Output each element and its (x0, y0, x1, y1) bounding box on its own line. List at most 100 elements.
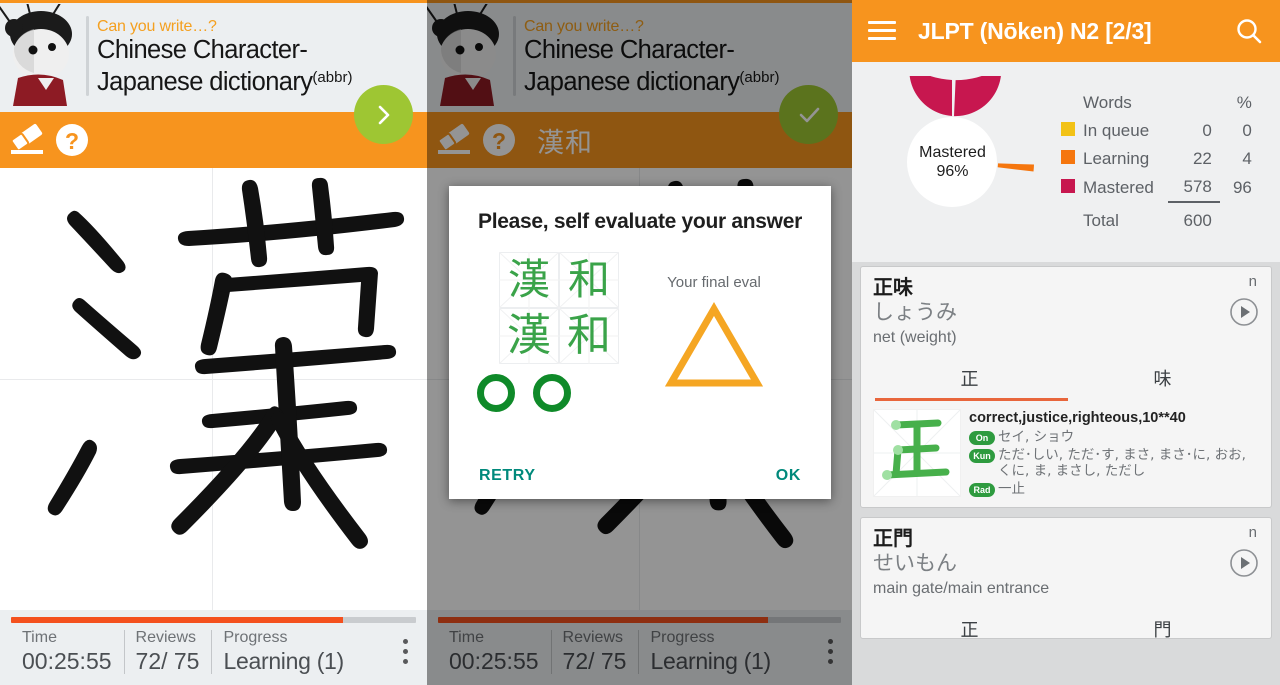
grid-cell-char: 和 (567, 255, 610, 304)
legend-header-words: Words (1083, 93, 1132, 112)
headword: 正門 (873, 526, 913, 550)
reading: しょうみ (873, 300, 957, 324)
screenshot-root: Can you write…? Chinese Character- Japan… (0, 0, 1280, 685)
circle-o-icon (533, 374, 571, 412)
panel-self-evaluation: Can you write…? Chinese Character- Japan… (427, 0, 852, 685)
status-value-progress: Learning (1) (223, 648, 344, 674)
legend-label-total: Total (1083, 210, 1119, 230)
status-label-time: Time (22, 629, 57, 646)
legend-value-total: 600 (1167, 201, 1220, 235)
drawing-toolbar: ? (0, 85, 427, 168)
page-title: JLPT (Nōken) N2 [2/3] (918, 17, 1152, 44)
mascot-logo (0, 4, 86, 108)
legend-swatch-in-queue (1061, 122, 1075, 136)
legend-row: Mastered 578 96 (1061, 173, 1252, 202)
legend-header-percent: % (1236, 93, 1252, 112)
hamburger-menu-icon[interactable] (868, 21, 896, 41)
ok-button[interactable]: OK (776, 467, 801, 485)
part-of-speech: n (1248, 273, 1257, 290)
play-icon[interactable] (1229, 297, 1259, 327)
question-mark-icon[interactable]: ? (52, 120, 92, 160)
meaning: net (weight) (873, 329, 957, 346)
writing-canvas[interactable] (0, 168, 427, 610)
triangle-icon (664, 302, 764, 387)
grid-row: 漢 和 (499, 252, 619, 308)
kanji-detail: correct,justice,righteous,10**40 On セイ, … (873, 401, 1259, 507)
word-card[interactable]: n 正味 しょうみ net (weight) 正 味 correct,justi… (860, 266, 1272, 508)
grid-cell: 漢 (499, 252, 559, 308)
kanji-radical: 一止 (998, 481, 1025, 497)
next-button[interactable] (354, 85, 413, 144)
donut-chart: Mastered 96% (860, 75, 1045, 250)
legend-value-mastered: 578 (1183, 177, 1212, 196)
retry-button[interactable]: RETRY (479, 467, 536, 485)
tab-kanji-1[interactable]: 正 (873, 616, 1066, 638)
status-value-reviews: 72/ 75 (135, 648, 200, 674)
answer-comparison-grid: 漢 和 漢 和 (499, 252, 619, 364)
donut-center-title: Mastered (919, 144, 986, 161)
kanji-reading-row: Rad 一止 (969, 481, 1259, 497)
header-subtitle: Can you write…? (97, 18, 217, 35)
play-icon[interactable] (1229, 548, 1259, 578)
status-cell-progress: Progress Learning (1) (211, 628, 355, 674)
kanji-reading-row: Kun ただ･しい, ただ･す, まさ, まさ･に, おお, くに, ま, まさ… (969, 447, 1259, 479)
self-evaluation-dialog: Please, self evaluate your answer 漢 和 漢 … (449, 186, 831, 499)
header-text: Can you write…? Chinese Character- Japan… (97, 16, 421, 96)
circle-o-icon (477, 374, 515, 412)
tab-kanji-2[interactable]: 味 (1066, 365, 1259, 401)
legend-total-row: Total 600 (1061, 201, 1252, 235)
badge-kun: Kun (969, 449, 995, 463)
status-bar: Time 00:25:55 Reviews 72/ 75 Progress Le… (0, 610, 427, 685)
tab-kanji-2[interactable]: 門 (1066, 616, 1259, 638)
search-icon[interactable] (1234, 16, 1264, 46)
tab-active-indicator (875, 398, 1068, 401)
legend-swatch-learning (1061, 150, 1075, 164)
tab-kanji-1[interactable]: 正 (873, 365, 1066, 401)
progress-bar (11, 617, 416, 623)
legend-percent-in-queue: 0 (1242, 121, 1252, 140)
dialog-title: Please, self evaluate your answer (478, 210, 802, 233)
legend-value-in-queue: 0 (1202, 121, 1212, 140)
grid-row: 漢 和 (499, 308, 619, 364)
status-label-progress: Progress (223, 629, 288, 646)
legend-header-row: Words % (1061, 89, 1252, 117)
statistics-chart: Mastered 96% Words % In queue 0 0 Learni… (852, 62, 1280, 262)
meaning: main gate/main entrance (873, 580, 1050, 597)
word-card[interactable]: n 正門 せいもん main gate/main entrance 正 門 (860, 517, 1272, 639)
chart-legend: Words % In queue 0 0 Learning 22 4 Maste… (1045, 89, 1272, 235)
kanji-reading-row: On セイ, ショウ (969, 429, 1259, 445)
donut-center-label: Mastered 96% (919, 143, 986, 181)
eraser-icon[interactable] (8, 120, 48, 160)
grid-cell: 和 (559, 252, 619, 308)
kanji-stroke-diagram (873, 409, 961, 497)
final-eval-label: Your final eval (667, 274, 761, 291)
svg-text:?: ? (65, 128, 79, 154)
legend-percent-mastered: 96 (1232, 177, 1252, 197)
header-abbr: (abbr) (312, 69, 353, 86)
legend-label-in-queue: In queue (1083, 121, 1150, 140)
grid-cell: 和 (559, 308, 619, 364)
grid-cell-char: 漢 (507, 310, 551, 361)
progress-bar-fill (11, 617, 344, 623)
legend-row: Learning 22 4 (1061, 145, 1252, 173)
badge-rad: Rad (969, 483, 995, 497)
grid-cell-char: 漢 (507, 255, 550, 304)
kebab-menu-icon[interactable] (403, 639, 409, 669)
header-divider (86, 16, 89, 96)
headword: 正味 (873, 275, 913, 299)
word-card-list[interactable]: n 正味 しょうみ net (weight) 正 味 correct,justi… (852, 262, 1280, 685)
legend-swatch-mastered (1061, 178, 1075, 193)
status-cell-time: Time 00:25:55 (10, 628, 124, 674)
kanji-on-readings: セイ, ショウ (998, 429, 1075, 445)
kanji-tabs: 正 門 (873, 616, 1259, 638)
kanji-meanings: correct,justice,righteous,10**40 (969, 410, 1186, 426)
status-cell-reviews: Reviews 72/ 75 (123, 628, 212, 674)
chevron-right-icon (378, 105, 389, 124)
part-of-speech: n (1248, 524, 1257, 541)
per-character-marks (471, 374, 619, 412)
app-bar: JLPT (Nōken) N2 [2/3] (852, 0, 1280, 62)
header-title-line2-text: Japanese dictionary (97, 68, 313, 96)
legend-row: In queue 0 0 (1061, 117, 1252, 145)
legend-label-mastered: Mastered (1083, 177, 1154, 197)
badge-on: On (969, 431, 995, 445)
